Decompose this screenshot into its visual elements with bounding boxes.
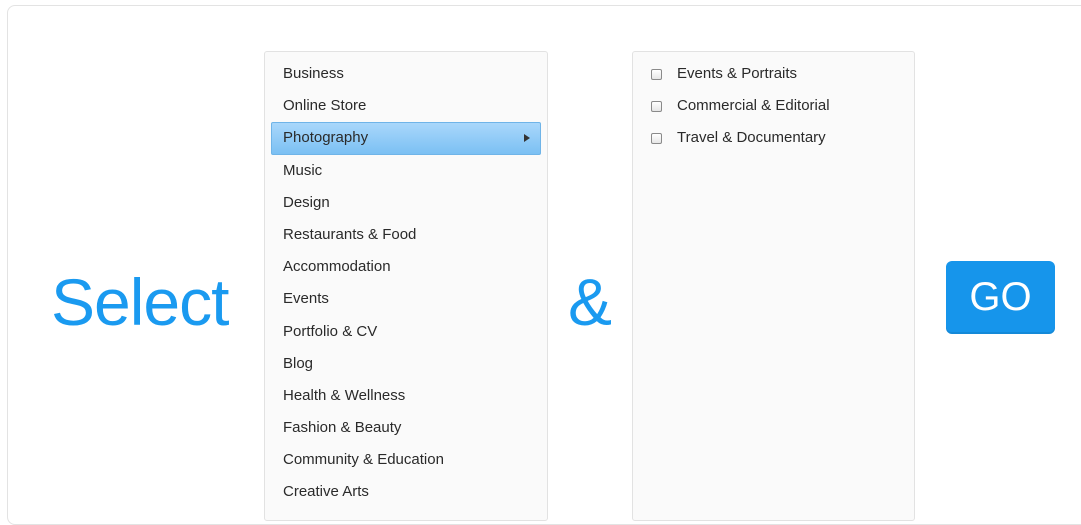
category-item-online-store[interactable]: Online Store (271, 90, 541, 122)
subcategory-item-travel-documentary[interactable]: Travel & Documentary (633, 122, 914, 154)
go-button[interactable]: GO (946, 261, 1055, 334)
category-item-label: Photography (283, 129, 369, 147)
category-list-panel: Business Online Store Photography Music … (264, 51, 548, 521)
category-item-creative-arts[interactable]: Creative Arts (271, 476, 541, 508)
category-item-label: Portfolio & CV (283, 322, 378, 340)
category-item-health-wellness[interactable]: Health & Wellness (271, 380, 541, 412)
subcategory-item-label: Events & Portraits (677, 65, 798, 83)
category-item-business[interactable]: Business (271, 58, 541, 90)
category-item-label: Accommodation (283, 258, 391, 276)
category-item-design[interactable]: Design (271, 187, 541, 219)
ampersand-heading: & (568, 265, 613, 339)
category-item-label: Fashion & Beauty (283, 419, 402, 437)
submenu-arrow-icon (524, 134, 530, 143)
category-item-label: Community & Education (283, 451, 444, 469)
category-item-label: Health & Wellness (283, 386, 406, 404)
category-item-label: Events (283, 290, 329, 308)
category-item-restaurants-food[interactable]: Restaurants & Food (271, 219, 541, 251)
subcategory-item-label: Travel & Documentary (677, 129, 826, 147)
category-item-music[interactable]: Music (271, 155, 541, 187)
subcategory-item-events-portraits[interactable]: Events & Portraits (633, 58, 914, 90)
category-item-label: Blog (283, 354, 314, 372)
subcategory-item-commercial-editorial[interactable]: Commercial & Editorial (633, 90, 914, 122)
category-item-accommodation[interactable]: Accommodation (271, 251, 541, 283)
category-item-label: Design (283, 193, 330, 211)
subcategory-checkbox[interactable] (651, 132, 662, 144)
category-item-label: Restaurants & Food (283, 225, 417, 243)
category-list: Business Online Store Photography Music … (265, 52, 547, 509)
category-item-events[interactable]: Events (271, 283, 541, 315)
category-item-label: Music (283, 161, 323, 179)
category-item-fashion-beauty[interactable]: Fashion & Beauty (271, 412, 541, 444)
subcategory-checkbox[interactable] (651, 100, 662, 112)
select-heading: Select (51, 265, 229, 339)
subcategory-list: Events & Portraits Commercial & Editoria… (633, 52, 914, 155)
category-item-label: Business (283, 65, 344, 82)
category-item-photography[interactable]: Photography (271, 122, 541, 155)
category-item-portfolio-cv[interactable]: Portfolio & CV (271, 316, 541, 348)
category-item-community-education[interactable]: Community & Education (271, 444, 541, 476)
subcategory-item-label: Commercial & Editorial (677, 97, 830, 115)
category-item-label: Creative Arts (283, 483, 369, 501)
subcategory-list-panel: Events & Portraits Commercial & Editoria… (632, 51, 915, 521)
subcategory-checkbox[interactable] (651, 68, 662, 80)
category-item-blog[interactable]: Blog (271, 348, 541, 380)
category-item-label: Online Store (283, 97, 367, 115)
